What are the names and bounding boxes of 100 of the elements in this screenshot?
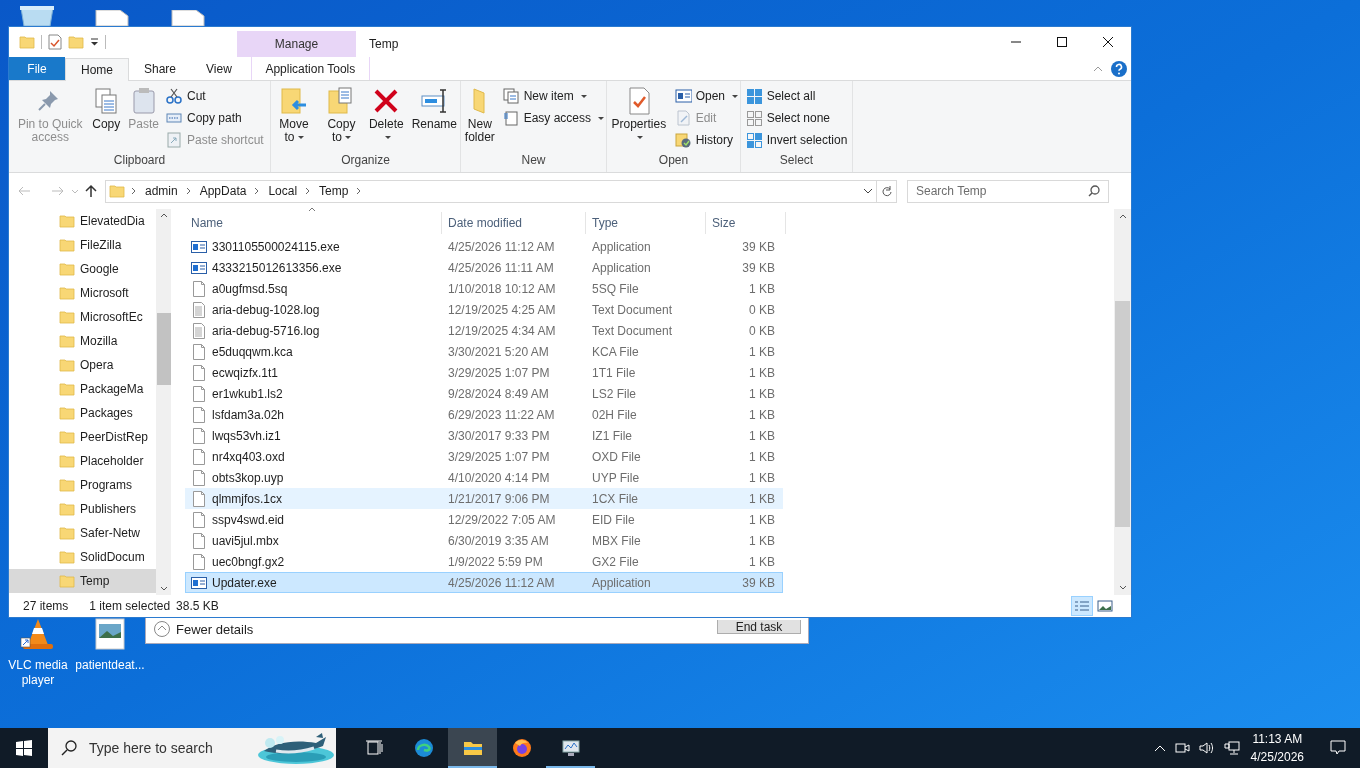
breadcrumb[interactable]: Temp — [317, 182, 351, 200]
ribbon-button[interactable]: New folder — [461, 83, 499, 151]
taskbar-app[interactable] — [448, 728, 497, 768]
ribbon-button[interactable]: Delete — [365, 83, 407, 151]
maximize-icon — [1057, 37, 1067, 47]
table-cell-text: 4/25/2026 11:11 AM — [447, 259, 555, 277]
desktop-icon-label[interactable]: patientdeat... — [73, 658, 147, 673]
nav-item[interactable]: Google — [9, 257, 156, 281]
ribbon-button[interactable]: History — [672, 129, 740, 151]
scrollbar[interactable] — [156, 209, 171, 595]
file-icon — [191, 280, 207, 297]
collapse-ribbon-icon[interactable] — [1093, 65, 1103, 72]
up-icon[interactable] — [85, 184, 97, 198]
file-row[interactable]: sspv4swd.eid 12/29/2022 7:05 AM EID File 1 KB — [185, 509, 783, 530]
column-header[interactable]: Name — [185, 212, 442, 234]
volume-icon[interactable] — [1198, 741, 1215, 755]
ribbon-button[interactable]: Rename — [408, 83, 460, 151]
desktop-icon-label[interactable]: VLC media player — [1, 658, 75, 688]
application-icon — [191, 238, 207, 255]
ribbon-button[interactable]: Cut — [164, 85, 266, 107]
nav-item[interactable]: Opera — [9, 353, 156, 377]
ribbon-button[interactable]: Move to — [271, 83, 317, 151]
scrollbar-thumb[interactable] — [1115, 301, 1130, 527]
file-row[interactable]: 3301105500024115.exe 4/25/2026 11:12 AM Application 39 KB — [185, 236, 783, 257]
table-cell-text: 39 KB — [741, 259, 776, 277]
scrollbar-thumb[interactable] — [156, 313, 171, 385]
column-header[interactable]: Type — [586, 212, 706, 234]
nav-item[interactable]: Mozilla — [9, 329, 156, 353]
ribbon-button[interactable]: Open — [672, 85, 740, 107]
column-header[interactable]: Size — [706, 212, 786, 234]
file-row[interactable]: Updater.exe 4/25/2026 11:12 AM Application 39 KB — [185, 572, 783, 593]
ribbon-button[interactable]: Properties — [607, 83, 671, 151]
ribbon-button[interactable]: Copy to — [319, 83, 364, 151]
file-row[interactable]: ecwqizfx.1t1 3/29/2025 1:07 PM 1T1 File 1 KB — [185, 362, 783, 383]
nav-item[interactable]: ElevatedDia — [9, 209, 156, 233]
file-name: Updater.exe — [212, 574, 277, 592]
file-icon — [191, 532, 207, 549]
nav-item[interactable]: Placeholder — [9, 449, 156, 473]
ribbon-tab[interactable]: Home — [65, 58, 129, 81]
move-folder-icon — [280, 87, 308, 115]
address-bar[interactable]: admin AppData Local Temp — [105, 179, 877, 203]
folder-icon — [59, 526, 75, 540]
nav-item[interactable]: Publishers — [9, 497, 156, 521]
ribbon-button[interactable]: New item — [500, 85, 606, 107]
breadcrumb[interactable]: Local — [266, 182, 300, 200]
chevron-up-icon[interactable] — [1153, 744, 1166, 752]
file-row[interactable]: uavi5jul.mbx 6/30/2019 3:35 AM MBX File 1 KB — [185, 530, 783, 551]
ribbon-button[interactable]: Copy — [89, 83, 124, 151]
file-name: e5duqqwm.kca — [212, 343, 293, 361]
nav-item[interactable]: Packages — [9, 401, 156, 425]
table-cell-text: 4/25/2026 11:12 AM — [447, 238, 556, 256]
notifications-icon[interactable] — [1330, 740, 1346, 756]
file-row[interactable]: a0ugfmsd.5sq 1/10/2018 10:12 AM 5SQ File 1 KB — [185, 278, 783, 299]
ribbon-button[interactable]: Invert selection — [743, 129, 850, 151]
details-toggle-link[interactable]: Fewer details — [176, 621, 254, 637]
camera-icon[interactable] — [1174, 741, 1190, 755]
file-row[interactable]: uec0bngf.gx2 1/9/2022 5:59 PM GX2 File 1 KB — [185, 551, 783, 572]
taskbar-search-field[interactable]: Type here to search — [48, 728, 336, 768]
nav-item[interactable]: Programs — [9, 473, 156, 497]
refresh-button[interactable] — [877, 179, 897, 203]
search-field[interactable]: Search Temp — [907, 179, 1109, 203]
ribbon-tab[interactable]: Share — [129, 57, 192, 80]
breadcrumb[interactable]: admin — [143, 182, 180, 200]
file-row[interactable]: nr4xq403.oxd 3/29/2025 1:07 PM OXD File 1 KB — [185, 446, 783, 467]
end-task-button[interactable]: End task — [717, 620, 801, 634]
breadcrumb[interactable]: AppData — [197, 182, 249, 200]
nav-item[interactable]: PackageMa — [9, 377, 156, 401]
nav-item[interactable]: SolidDocum — [9, 545, 156, 569]
ribbon-button[interactable]: Select all — [743, 85, 850, 107]
customize-caret-icon — [90, 38, 99, 46]
file-row[interactable]: lwqs53vh.iz1 3/30/2017 9:33 PM IZ1 File 1 KB — [185, 425, 783, 446]
network-icon[interactable] — [1223, 741, 1240, 755]
file-row[interactable]: qlmmjfos.1cx 1/21/2017 9:06 PM 1CX File 1 KB — [185, 488, 783, 509]
file-row[interactable]: lsfdam3a.02h 6/29/2023 11:22 AM 02H File 1 KB — [185, 404, 783, 425]
ribbon-tab[interactable]: File — [9, 57, 65, 80]
nav-item[interactable]: PeerDistRep — [9, 425, 156, 449]
file-row[interactable]: aria-debug-1028.log 12/19/2025 4:25 AM Text Document 0 KB — [185, 299, 783, 320]
table-cell-text: 1 KB — [748, 553, 776, 571]
nav-item[interactable]: Temp — [9, 569, 156, 593]
file-row[interactable]: er1wkub1.ls2 9/28/2024 8:49 AM LS2 File 1 KB — [185, 383, 783, 404]
ribbon-tab[interactable]: Application Tools — [250, 57, 370, 80]
dropdown-icon[interactable] — [863, 188, 873, 194]
file-row[interactable]: obts3kop.uyp 4/10/2020 4:14 PM UYP File 1 KB — [185, 467, 783, 488]
ribbon-button[interactable]: Copy path — [164, 107, 266, 129]
scissors-icon — [166, 87, 183, 105]
firefox-icon — [511, 738, 532, 758]
file-row[interactable]: e5duqqwm.kca 3/30/2021 5:20 AM KCA File 1 KB — [185, 341, 783, 362]
nav-item[interactable]: MicrosoftEc — [9, 305, 156, 329]
ribbon-button[interactable]: Select none — [743, 107, 850, 129]
nav-item[interactable]: Microsoft — [9, 281, 156, 305]
scrollbar[interactable] — [1114, 209, 1131, 595]
ribbon-tab[interactable]: View — [191, 57, 247, 80]
file-row[interactable]: 4333215012613356.exe 4/25/2026 11:11 AM Application 39 KB — [185, 257, 783, 278]
help-icon[interactable] — [1111, 60, 1127, 77]
column-header[interactable]: Date modified — [442, 212, 586, 234]
nav-item[interactable]: FileZilla — [9, 233, 156, 257]
nav-item[interactable]: Safer-Netw — [9, 521, 156, 545]
clock[interactable]: 11:13 AM 4/25/2026 — [1248, 730, 1306, 766]
ribbon-button[interactable]: Easy access — [500, 107, 606, 129]
file-row[interactable]: aria-debug-5716.log 12/19/2025 4:34 AM Text Document 0 KB — [185, 320, 783, 341]
